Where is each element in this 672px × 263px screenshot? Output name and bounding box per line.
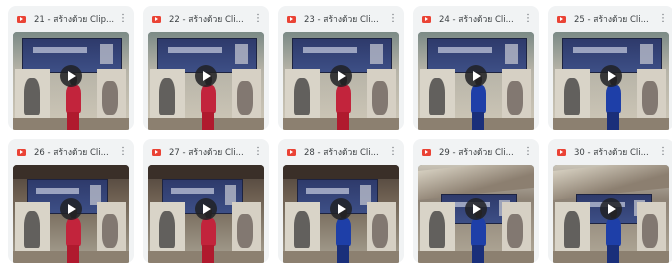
play-icon[interactable] xyxy=(600,198,622,221)
card-header: 22 - สร้างด้วย Cli... ⋮ xyxy=(143,6,269,32)
video-thumbnail[interactable] xyxy=(148,165,264,263)
more-vert-icon[interactable]: ⋮ xyxy=(118,147,128,157)
video-file-card[interactable]: 24 - สร้างด้วย Cli... ⋮ xyxy=(413,6,539,130)
play-icon[interactable] xyxy=(195,65,217,88)
video-thumbnail[interactable] xyxy=(283,165,399,263)
video-file-icon xyxy=(422,15,431,23)
more-vert-icon[interactable]: ⋮ xyxy=(658,147,668,157)
file-title: 30 - สร้างด้วย Cli... xyxy=(574,148,649,158)
file-title: 25 - สร้างด้วย Cli... xyxy=(574,15,649,25)
card-header: 28 - สร้างด้วย Cli... ⋮ xyxy=(278,139,404,165)
play-icon[interactable] xyxy=(60,198,82,221)
video-file-card[interactable]: 29 - สร้างด้วย Cli... ⋮ xyxy=(413,139,539,263)
card-header: 27 - สร้างด้วย Cli... ⋮ xyxy=(143,139,269,165)
video-thumbnail[interactable] xyxy=(418,165,534,263)
thumbnail-roof xyxy=(13,165,129,179)
card-header: 26 - สร้างด้วย Cli... ⋮ xyxy=(8,139,134,165)
video-thumbnail[interactable] xyxy=(553,165,669,263)
file-title: 21 - สร้างด้วย Clip... xyxy=(34,15,115,25)
file-title: 24 - สร้างด้วย Cli... xyxy=(439,15,514,25)
file-title: 22 - สร้างด้วย Cli... xyxy=(169,15,244,25)
video-file-card[interactable]: 21 - สร้างด้วย Clip... ⋮ xyxy=(8,6,134,130)
play-icon[interactable] xyxy=(600,65,622,88)
video-file-icon xyxy=(152,15,161,23)
play-icon[interactable] xyxy=(465,198,487,221)
video-file-card[interactable]: 27 - สร้างด้วย Cli... ⋮ xyxy=(143,139,269,263)
more-vert-icon[interactable]: ⋮ xyxy=(388,147,398,157)
video-file-icon xyxy=(557,148,566,156)
more-vert-icon[interactable]: ⋮ xyxy=(253,14,263,24)
video-file-icon xyxy=(422,148,431,156)
file-title: 28 - สร้างด้วย Cli... xyxy=(304,148,379,158)
card-header: 25 - สร้างด้วย Cli... ⋮ xyxy=(548,6,672,32)
play-icon[interactable] xyxy=(60,65,82,88)
more-vert-icon[interactable]: ⋮ xyxy=(658,14,668,24)
video-file-icon xyxy=(557,15,566,23)
file-title: 27 - สร้างด้วย Cli... xyxy=(169,148,244,158)
video-thumbnail[interactable] xyxy=(13,165,129,263)
card-header: 21 - สร้างด้วย Clip... ⋮ xyxy=(8,6,134,32)
thumbnail-roof xyxy=(148,165,264,179)
video-file-icon xyxy=(152,148,161,156)
more-vert-icon[interactable]: ⋮ xyxy=(523,147,533,157)
more-vert-icon[interactable]: ⋮ xyxy=(253,147,263,157)
video-file-icon xyxy=(17,15,26,23)
video-thumbnail[interactable] xyxy=(418,32,534,130)
file-title: 29 - สร้างด้วย Cli... xyxy=(439,148,514,158)
card-header: 29 - สร้างด้วย Cli... ⋮ xyxy=(413,139,539,165)
video-file-card[interactable]: 30 - สร้างด้วย Cli... ⋮ xyxy=(548,139,672,263)
file-title: 23 - สร้างด้วย Cli... xyxy=(304,15,379,25)
video-file-card[interactable]: 22 - สร้างด้วย Cli... ⋮ xyxy=(143,6,269,130)
file-grid: 21 - สร้างด้วย Clip... ⋮ 22 - สร้างด้วย … xyxy=(8,6,672,263)
play-icon[interactable] xyxy=(465,65,487,88)
play-icon[interactable] xyxy=(330,65,352,88)
file-title: 26 - สร้างด้วย Cli... xyxy=(34,148,109,158)
video-file-icon xyxy=(17,148,26,156)
card-header: 24 - สร้างด้วย Cli... ⋮ xyxy=(413,6,539,32)
video-thumbnail[interactable] xyxy=(13,32,129,130)
play-icon[interactable] xyxy=(330,198,352,221)
video-thumbnail[interactable] xyxy=(283,32,399,130)
video-file-card[interactable]: 25 - สร้างด้วย Cli... ⋮ xyxy=(548,6,672,130)
card-header: 30 - สร้างด้วย Cli... ⋮ xyxy=(548,139,672,165)
video-file-card[interactable]: 28 - สร้างด้วย Cli... ⋮ xyxy=(278,139,404,263)
video-file-icon xyxy=(287,15,296,23)
video-thumbnail[interactable] xyxy=(148,32,264,130)
play-icon[interactable] xyxy=(195,198,217,221)
thumbnail-roof xyxy=(283,165,399,179)
more-vert-icon[interactable]: ⋮ xyxy=(118,14,128,24)
video-file-icon xyxy=(287,148,296,156)
more-vert-icon[interactable]: ⋮ xyxy=(388,14,398,24)
video-file-card[interactable]: 23 - สร้างด้วย Cli... ⋮ xyxy=(278,6,404,130)
more-vert-icon[interactable]: ⋮ xyxy=(523,14,533,24)
card-header: 23 - สร้างด้วย Cli... ⋮ xyxy=(278,6,404,32)
video-thumbnail[interactable] xyxy=(553,32,669,130)
video-file-card[interactable]: 26 - สร้างด้วย Cli... ⋮ xyxy=(8,139,134,263)
